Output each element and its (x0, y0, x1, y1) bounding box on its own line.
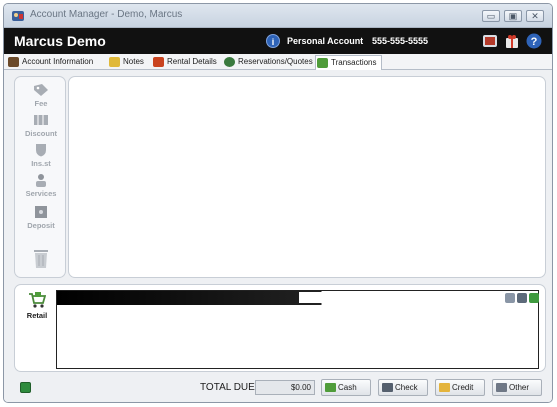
shield-icon (36, 144, 46, 157)
retail-items-box (56, 290, 539, 369)
ticket-icon (34, 115, 48, 125)
close-button[interactable]: ✕ (526, 10, 544, 22)
other-label: Other (509, 383, 530, 392)
refresh-icon[interactable] (20, 382, 31, 393)
transaction-tools-panel: Fee Discount Ins.st Services Deposit (14, 76, 66, 278)
shopping-cart-icon (29, 292, 46, 308)
screen-icon[interactable] (482, 33, 498, 49)
account-type: Personal Account (287, 36, 364, 46)
maximize-button[interactable]: ▣ (504, 10, 522, 22)
tab-account-information[interactable]: Account Information (7, 55, 93, 70)
pencil-icon (109, 57, 120, 67)
add-icon[interactable] (529, 293, 539, 303)
safe-icon (35, 206, 47, 218)
person-icon (8, 57, 19, 67)
tab-label: Transactions (331, 58, 377, 67)
tab-rental-details[interactable]: Rental Details (152, 55, 217, 70)
title-bar: Account Manager - Demo, Marcus ▭ ▣ ✕ (4, 4, 552, 28)
money-icon (317, 58, 328, 68)
footer-bar: TOTAL DUE $0.00 Cash Check Credit Other (4, 374, 552, 402)
cash-button[interactable]: Cash (321, 379, 371, 396)
discount-label: Discount (24, 129, 58, 138)
person-icon (36, 174, 46, 187)
retail-toolbar (57, 291, 539, 305)
credit-label: Credit (452, 383, 474, 392)
account-manager-window: Account Manager - Demo, Marcus ▭ ▣ ✕ Mar… (3, 3, 553, 403)
fee-label: Fee (34, 99, 48, 108)
discount-button[interactable]: Discount (15, 113, 67, 138)
retail-panel: Retail (14, 284, 546, 372)
other-payment-icon (496, 383, 507, 392)
trash-icon (34, 250, 48, 268)
tab-reservations-quotes[interactable]: Reservations/Quotes (223, 55, 313, 70)
tab-notes[interactable]: Notes (108, 55, 144, 70)
account-name: Marcus Demo (14, 33, 106, 49)
app-icon (12, 11, 24, 21)
services-button[interactable]: Services (15, 173, 67, 198)
cash-label: Cash (338, 383, 357, 392)
credit-card-icon (439, 383, 450, 392)
credit-button[interactable]: Credit (435, 379, 485, 396)
tab-label: Rental Details (167, 57, 217, 66)
window-title: Account Manager - Demo, Marcus (30, 9, 183, 20)
document-icon (153, 57, 164, 67)
retail-search-input[interactable] (299, 292, 489, 303)
delete-button[interactable] (15, 247, 67, 271)
total-due-value: $0.00 (255, 380, 315, 395)
minimize-button[interactable]: ▭ (482, 10, 500, 22)
retail-label: Retail (26, 311, 48, 320)
tab-strip: Account Information Notes Rental Details… (4, 54, 552, 70)
tab-label: Account Information (22, 57, 94, 66)
tab-label: Notes (123, 57, 144, 66)
people-icon[interactable] (517, 293, 527, 303)
tab-label: Reservations/Quotes (238, 57, 313, 66)
help-icon[interactable]: ? (526, 33, 542, 49)
svg-text:?: ? (531, 36, 538, 48)
cash-icon (325, 383, 336, 392)
fee-button[interactable]: Fee (15, 83, 67, 108)
check-label: Check (395, 383, 418, 392)
account-header: Marcus Demo i Personal Account 555-555-5… (4, 28, 552, 54)
total-due-label: TOTAL DUE (200, 382, 255, 393)
check-button[interactable]: Check (378, 379, 428, 396)
insurance-label: Ins.st (31, 159, 51, 168)
globe-icon (224, 57, 235, 67)
gift-icon[interactable] (504, 33, 520, 49)
info-icon[interactable]: i (266, 34, 280, 48)
other-button[interactable]: Other (492, 379, 542, 396)
transactions-list (68, 76, 546, 278)
scanner-icon[interactable] (505, 293, 515, 303)
services-label: Services (25, 189, 57, 198)
tab-transactions[interactable]: Transactions (315, 55, 382, 70)
retail-button[interactable]: Retail (19, 291, 55, 320)
check-icon (382, 383, 393, 392)
deposit-button[interactable]: Deposit (15, 205, 67, 230)
account-phone: 555-555-5555 (372, 36, 429, 46)
deposit-label: Deposit (27, 221, 55, 230)
insurance-button[interactable]: Ins.st (15, 143, 67, 168)
tag-icon (34, 84, 48, 96)
